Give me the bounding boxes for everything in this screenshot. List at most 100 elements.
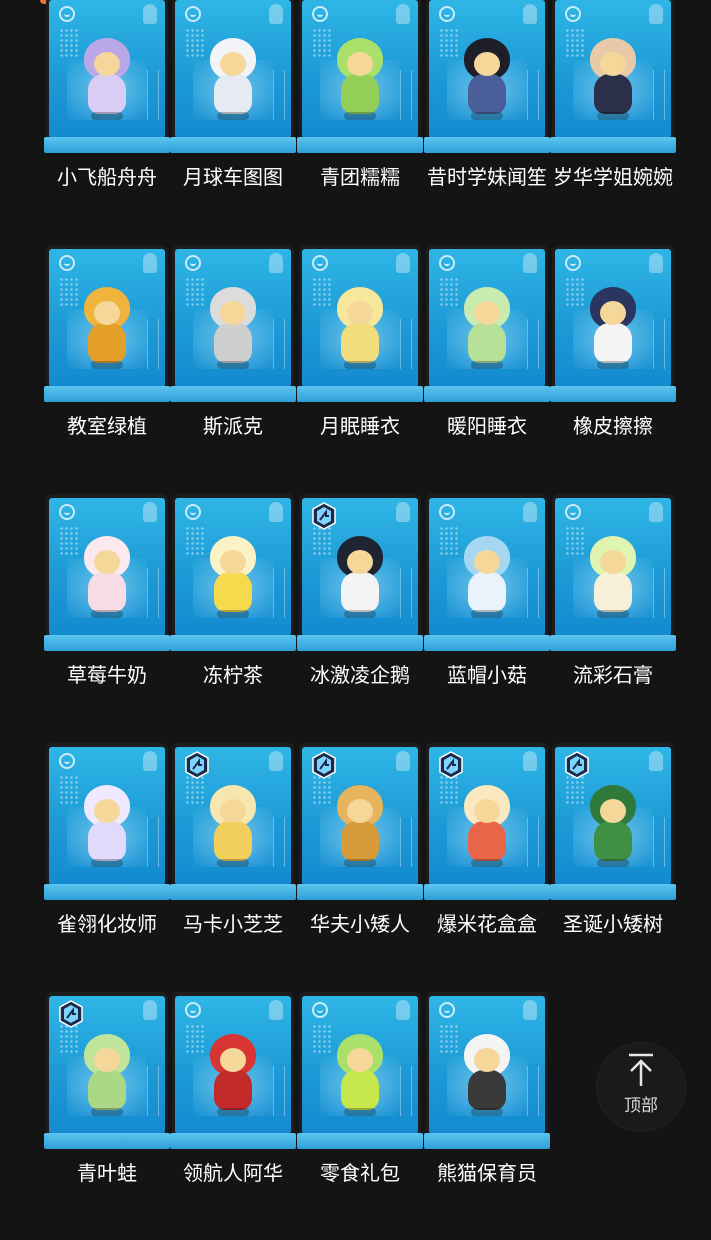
brand-logo-icon bbox=[185, 255, 201, 271]
brand-logo-icon bbox=[59, 255, 75, 271]
rocket-icon bbox=[523, 4, 537, 24]
collection-item[interactable]: 冰激凌企鹅 bbox=[297, 494, 423, 742]
collection-item[interactable]: 青团糯糯 bbox=[297, 0, 423, 244]
arrow-up-icon bbox=[629, 1053, 653, 1086]
box-base bbox=[297, 386, 423, 402]
figure-body bbox=[594, 572, 632, 612]
brand-logo-icon bbox=[185, 504, 201, 520]
figure-shadow bbox=[344, 1108, 376, 1116]
figure-shadow bbox=[217, 859, 249, 867]
box-base bbox=[424, 137, 550, 153]
collection-item[interactable]: 零食礼包 bbox=[297, 992, 423, 1240]
figure-body bbox=[468, 74, 506, 114]
box-interior bbox=[49, 0, 165, 138]
box-side-marking bbox=[400, 319, 412, 369]
item-name: 华夫小矮人 bbox=[310, 912, 410, 936]
brand-logo-icon bbox=[185, 1002, 201, 1018]
collection-item[interactable]: 雀翎化妆师 bbox=[44, 743, 170, 991]
figure-face bbox=[347, 799, 373, 823]
rocket-icon bbox=[269, 502, 283, 522]
display-box bbox=[44, 494, 170, 651]
brand-logo-icon bbox=[312, 1002, 328, 1018]
box-interior bbox=[302, 249, 418, 387]
collection-item[interactable]: 小飞船舟舟 bbox=[44, 0, 170, 244]
character-figure bbox=[198, 1024, 268, 1124]
box-side-marking bbox=[147, 568, 159, 618]
box-side-marking bbox=[527, 319, 539, 369]
collection-item[interactable]: 流彩石膏 bbox=[550, 494, 676, 742]
figure-body bbox=[341, 323, 379, 363]
rocket-icon bbox=[269, 4, 283, 24]
box-base bbox=[424, 386, 550, 402]
figure-shadow bbox=[344, 610, 376, 618]
collection-item[interactable]: 暖阳睡衣 bbox=[424, 245, 550, 493]
collection-item[interactable]: 圣诞小矮树 bbox=[550, 743, 676, 991]
rocket-icon bbox=[649, 253, 663, 273]
figure-body bbox=[88, 572, 126, 612]
collection-item[interactable]: 橡皮擦擦 bbox=[550, 245, 676, 493]
collection-item[interactable]: 青叶蛙 bbox=[44, 992, 170, 1240]
figure-body bbox=[88, 323, 126, 363]
collection-item[interactable]: 草莓牛奶 bbox=[44, 494, 170, 742]
display-box bbox=[44, 245, 170, 402]
collection-item[interactable]: 马卡小芝芝 bbox=[170, 743, 296, 991]
rocket-icon bbox=[396, 502, 410, 522]
character-figure bbox=[72, 775, 142, 875]
collection-item[interactable]: 岁华学姐婉婉 bbox=[550, 0, 676, 244]
box-base bbox=[170, 137, 296, 153]
item-name: 零食礼包 bbox=[320, 1161, 400, 1185]
box-base bbox=[550, 884, 676, 900]
figure-body bbox=[214, 572, 252, 612]
collection-item[interactable]: 教室绿植 bbox=[44, 245, 170, 493]
box-interior bbox=[49, 249, 165, 387]
rocket-icon bbox=[649, 4, 663, 24]
collection-item[interactable]: 爆米花盒盒 bbox=[424, 743, 550, 991]
rocket-icon bbox=[269, 751, 283, 771]
figure-shadow bbox=[597, 859, 629, 867]
collection-item[interactable]: 领航人阿华 bbox=[170, 992, 296, 1240]
figure-shadow bbox=[471, 859, 503, 867]
item-name: 教室绿植 bbox=[67, 414, 147, 438]
box-interior bbox=[49, 996, 165, 1134]
figure-face bbox=[474, 550, 500, 574]
figure-face bbox=[220, 1048, 246, 1072]
item-name: 岁华学姐婉婉 bbox=[553, 165, 673, 189]
brand-logo-icon bbox=[565, 255, 581, 271]
brand-logo-icon bbox=[59, 753, 75, 769]
character-figure bbox=[578, 28, 648, 128]
back-to-top-button[interactable]: 顶部 bbox=[597, 1043, 685, 1131]
box-interior bbox=[555, 747, 671, 885]
figure-body bbox=[594, 821, 632, 861]
collection-item[interactable]: 昔时学妹闻笙 bbox=[424, 0, 550, 244]
rocket-icon bbox=[649, 751, 663, 771]
character-figure bbox=[72, 28, 142, 128]
box-interior bbox=[429, 249, 545, 387]
figure-shadow bbox=[597, 610, 629, 618]
box-side-marking bbox=[653, 817, 665, 867]
figure-shadow bbox=[91, 610, 123, 618]
display-box bbox=[297, 494, 423, 651]
display-box bbox=[550, 494, 676, 651]
box-side-marking bbox=[400, 70, 412, 120]
collection-item[interactable]: 月球车图图 bbox=[170, 0, 296, 244]
collection-item[interactable]: 蓝帽小菇 bbox=[424, 494, 550, 742]
figure-body bbox=[468, 821, 506, 861]
display-box bbox=[297, 992, 423, 1149]
back-to-top-label: 顶部 bbox=[624, 1096, 658, 1116]
collection-item[interactable]: 冻柠茶 bbox=[170, 494, 296, 742]
brand-logo-icon bbox=[185, 6, 201, 22]
box-side-marking bbox=[400, 1066, 412, 1116]
figure-face bbox=[474, 52, 500, 76]
figure-face bbox=[347, 550, 373, 574]
collection-item[interactable]: 熊猫保育员 bbox=[424, 992, 550, 1240]
figure-body bbox=[214, 74, 252, 114]
collection-item[interactable]: 斯派克 bbox=[170, 245, 296, 493]
collection-item[interactable]: 月眠睡衣 bbox=[297, 245, 423, 493]
rocket-icon bbox=[396, 751, 410, 771]
item-name: 冻柠茶 bbox=[203, 663, 263, 687]
figure-shadow bbox=[91, 361, 123, 369]
collection-item[interactable]: 华夫小矮人 bbox=[297, 743, 423, 991]
box-interior bbox=[555, 249, 671, 387]
figure-body bbox=[214, 323, 252, 363]
item-name: 月球车图图 bbox=[183, 165, 283, 189]
